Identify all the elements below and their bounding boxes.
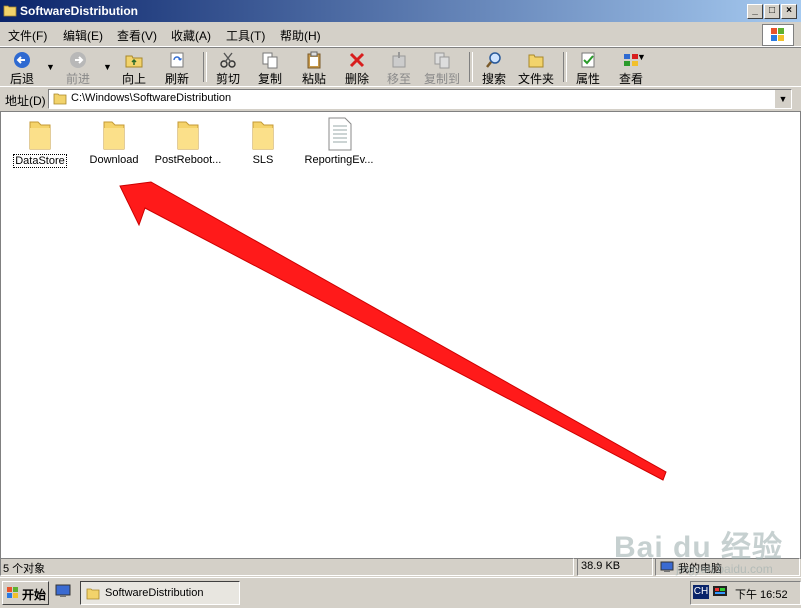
back-arrow-icon: [14, 52, 30, 68]
menu-file[interactable]: 文件(F): [8, 27, 47, 44]
status-bar: 5 个对象 38.9 KB 我的电脑: [0, 557, 801, 576]
folder-icon: [177, 121, 199, 150]
refresh-icon: [170, 52, 184, 68]
move-to-button[interactable]: 移至: [383, 50, 415, 86]
forward-arrow-icon: [70, 52, 86, 68]
address-bar: 地址(D) C:\Windows\SoftwareDistribution ▼: [0, 86, 801, 112]
back-dropdown-icon[interactable]: ▼: [46, 62, 55, 72]
toolbar-separator: [563, 52, 567, 82]
toolbar-separator: [203, 52, 207, 82]
file-list: DataStore Download PostReboot... SLS Rep…: [0, 111, 801, 559]
copy-button[interactable]: 复制: [254, 50, 286, 86]
maximize-button[interactable]: □: [764, 4, 780, 19]
up-button[interactable]: 向上: [118, 50, 150, 86]
address-label: 地址(D): [5, 94, 46, 108]
address-input[interactable]: C:\Windows\SoftwareDistribution ▼: [48, 89, 792, 109]
taskbar: 开始 SoftwareDistribution CH 下午 16:52: [0, 577, 801, 608]
list-item[interactable]: PostReboot...: [151, 116, 225, 166]
windows-flag-icon: [7, 587, 18, 598]
scissors-icon: [220, 52, 236, 68]
window-title: SoftwareDistribution: [20, 4, 139, 18]
taskbar-window-button[interactable]: SoftwareDistribution: [80, 581, 240, 605]
delete-button[interactable]: 删除: [341, 50, 373, 86]
folder-up-icon: [125, 55, 143, 68]
close-button[interactable]: ×: [781, 4, 797, 19]
input-language-indicator[interactable]: CH: [693, 585, 709, 599]
start-button[interactable]: 开始: [2, 581, 49, 605]
folders-button[interactable]: 文件夹: [516, 50, 556, 86]
menu-tools[interactable]: 工具(T): [226, 27, 265, 44]
clock[interactable]: 下午 16:52: [735, 586, 788, 602]
refresh-button[interactable]: 刷新: [161, 50, 193, 86]
folder-icon: [3, 5, 17, 17]
annotation-arrow: [119, 181, 667, 481]
list-item[interactable]: Download: [77, 116, 151, 166]
folder-icon: [86, 588, 100, 600]
system-tray: CH 下午 16:52: [690, 581, 801, 605]
copy-icon: [262, 52, 278, 69]
menu-help[interactable]: 帮助(H): [280, 27, 321, 44]
status-location: 我的电脑: [655, 558, 800, 576]
status-object-count: 5 个对象: [0, 558, 574, 576]
properties-icon: [581, 52, 595, 68]
folder-icon: [252, 121, 274, 150]
folders-icon: [528, 54, 544, 68]
display-settings-icon[interactable]: [712, 585, 728, 599]
list-item[interactable]: DataStore: [3, 116, 77, 168]
title-bar: SoftwareDistribution _ □ ×: [0, 0, 801, 22]
copy-to-button[interactable]: 复制到: [422, 50, 462, 86]
minimize-button[interactable]: _: [747, 4, 763, 19]
address-path: C:\Windows\SoftwareDistribution: [71, 92, 232, 104]
menu-view[interactable]: 查看(V): [117, 27, 157, 44]
list-item[interactable]: SLS: [226, 116, 300, 166]
windows-logo-icon: [762, 24, 794, 46]
computer-icon: [660, 561, 674, 572]
folder-icon: [29, 121, 51, 150]
search-button[interactable]: 搜索: [478, 50, 510, 86]
menu-edit[interactable]: 编辑(E): [63, 27, 103, 44]
properties-button[interactable]: 属性: [572, 50, 604, 86]
forward-dropdown-icon[interactable]: ▼: [103, 62, 112, 72]
status-size: 38.9 KB: [577, 558, 653, 576]
view-dropdown-icon[interactable]: ▼: [637, 52, 646, 62]
address-dropdown-icon[interactable]: ▼: [774, 90, 791, 108]
copy-to-icon: [434, 52, 450, 69]
toolbar-separator: [469, 52, 473, 82]
forward-button[interactable]: 前进: [62, 50, 94, 86]
delete-x-icon: [349, 52, 365, 68]
clipboard-icon: [307, 51, 321, 69]
back-button[interactable]: 后退: [6, 50, 38, 86]
menu-favorites[interactable]: 收藏(A): [171, 27, 211, 44]
text-file-icon: [328, 117, 352, 151]
list-item[interactable]: ReportingEv...: [302, 116, 376, 166]
menu-bar: 文件(F) 编辑(E) 查看(V) 收藏(A) 工具(T) 帮助(H): [0, 22, 801, 47]
cut-button[interactable]: 剪切: [212, 50, 244, 86]
toolbar: 后退 ▼ 前进 ▼ 向上 刷新 剪切 复制 粘贴 删除 移至 复制到 搜索 文件…: [0, 47, 801, 86]
show-desktop-icon[interactable]: [55, 584, 71, 598]
move-to-icon: [392, 52, 406, 68]
paste-button[interactable]: 粘贴: [298, 50, 330, 86]
search-icon: [486, 52, 501, 68]
folder-icon: [53, 93, 67, 105]
folder-icon: [103, 121, 125, 150]
